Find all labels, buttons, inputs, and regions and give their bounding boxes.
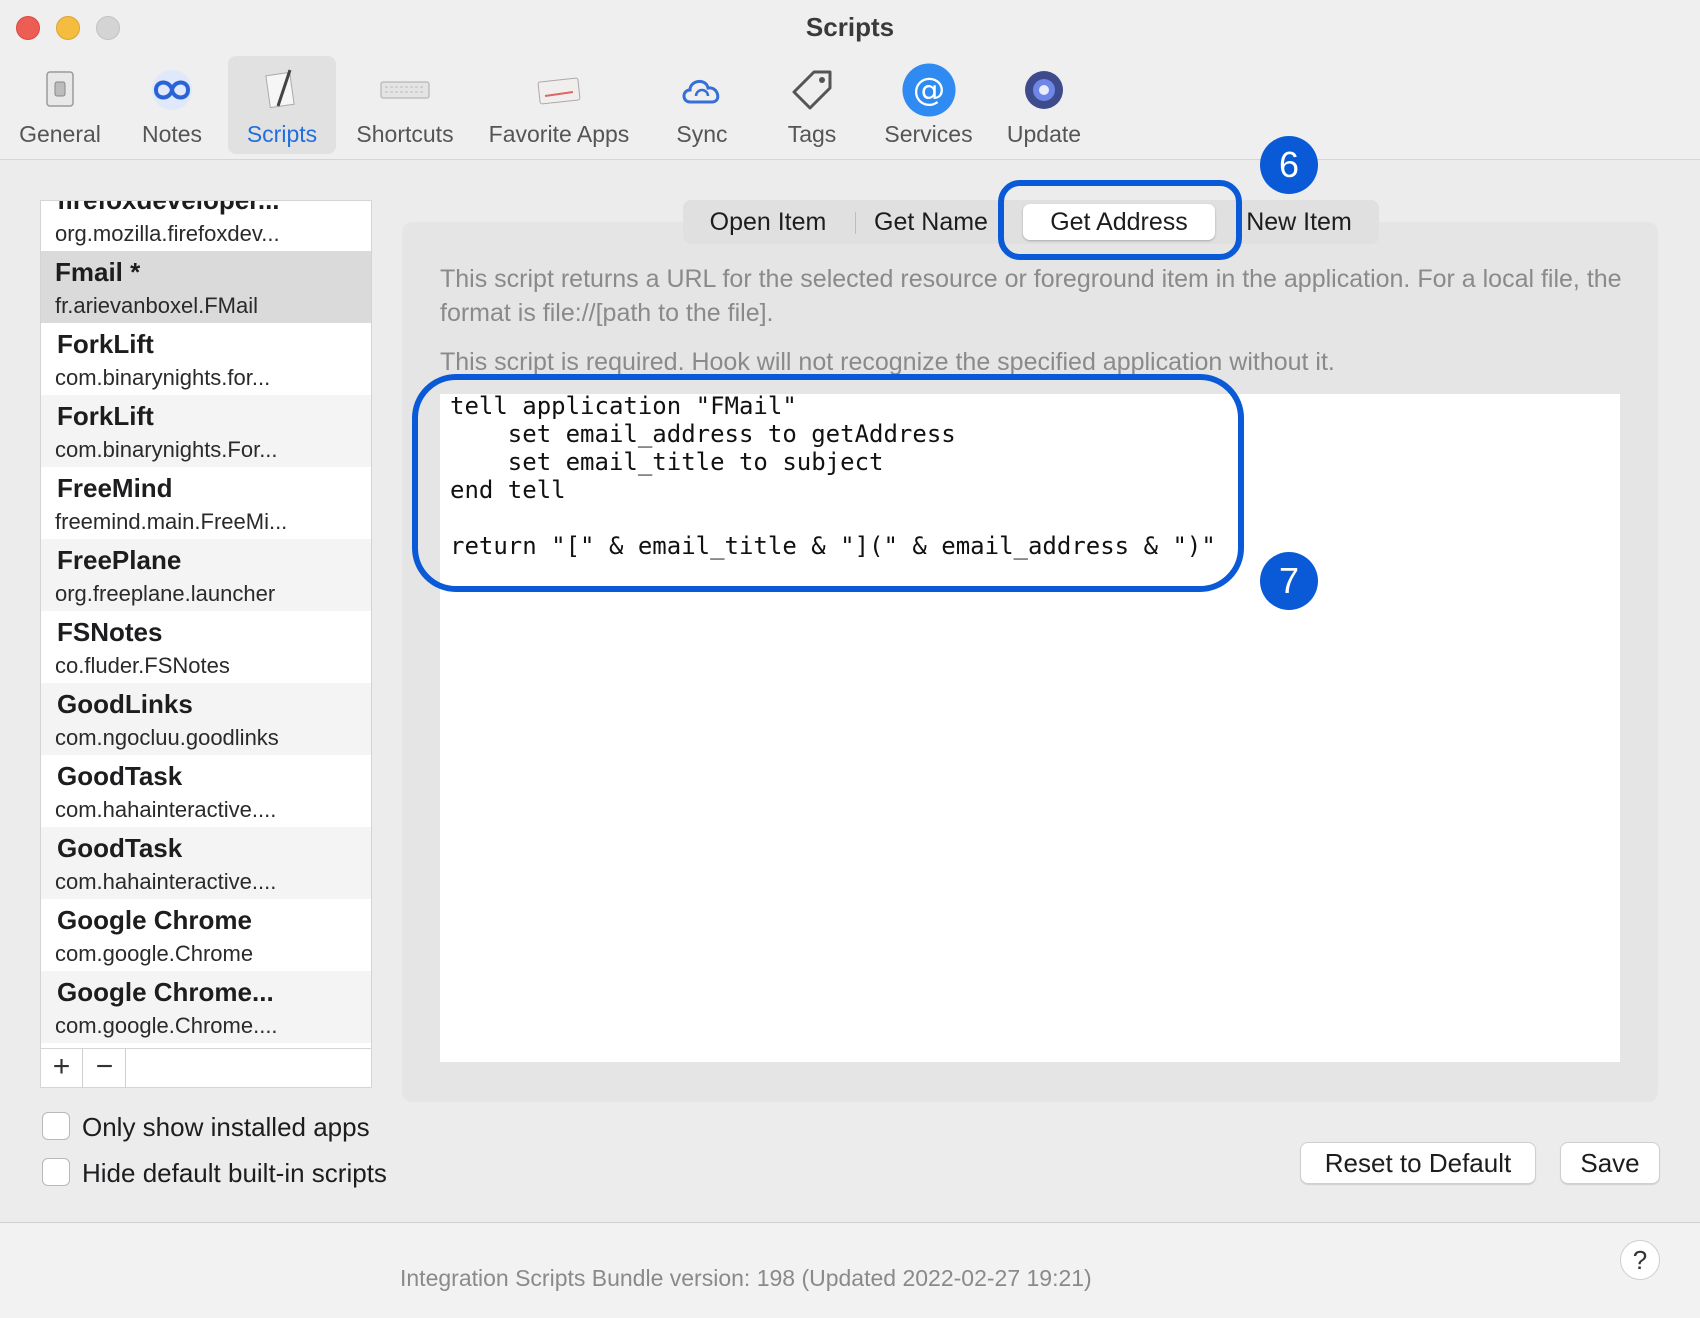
list-item[interactable]: FreePlane org.freeplane.launcher [41, 539, 371, 611]
tab-open-item[interactable]: Open Item [693, 200, 843, 244]
highlight-script-code [412, 374, 1244, 592]
list-item[interactable]: firefoxdeveloper... org.mozilla.firefoxd… [41, 200, 371, 251]
app-name: GoodTask [57, 761, 183, 791]
app-name: GoodTask [57, 833, 183, 863]
tab-label: Tags [787, 121, 837, 147]
list-item[interactable]: FreeMind freemind.main.FreeMi... [41, 467, 371, 539]
save-button[interactable]: Save [1560, 1142, 1660, 1184]
tab-scripts[interactable]: Scripts [228, 56, 336, 154]
tab-general[interactable]: General [10, 56, 110, 154]
tab-label: General [19, 121, 101, 147]
tab-label: Scripts [246, 121, 318, 147]
script-description: This script returns a URL for the select… [440, 265, 1622, 327]
preferences-window: Scripts General Notes Scripts Shortcuts … [0, 0, 1700, 1318]
app-name: FSNotes [57, 617, 163, 647]
hide-default-label: Hide default built-in scripts [82, 1158, 387, 1188]
list-item-selected[interactable]: Fmail * fr.arievanboxel.FMail [41, 251, 371, 323]
annotation-badge-7: 7 [1260, 552, 1318, 610]
help-button[interactable]: ? [1620, 1240, 1660, 1280]
app-bundle-id: freemind.main.FreeMi... [55, 509, 288, 534]
app-bundle-id: com.binarynights.for... [55, 365, 271, 390]
app-bundle-id: com.google.Chrome.... [55, 1013, 278, 1038]
tab-notes[interactable]: Notes [122, 56, 222, 154]
add-app-button[interactable]: + [41, 1049, 83, 1087]
app-bundle-id: com.hahainteractive.... [55, 869, 277, 894]
list-controls: + − [40, 1048, 372, 1088]
notes-infinity-icon [152, 70, 192, 110]
highlight-get-address [998, 180, 1242, 260]
app-bundle-id: co.fluder.FSNotes [55, 653, 230, 678]
tab-new-item[interactable]: New Item [1229, 200, 1369, 244]
tag-icon [792, 70, 832, 110]
tab-label: Notes [141, 121, 203, 147]
general-switch-icon [46, 71, 74, 107]
tab-label: Update [1006, 121, 1082, 147]
app-name: GoodLinks [57, 689, 193, 719]
app-bundle-id: fr.arievanboxel.FMail [55, 293, 258, 318]
reset-to-default-button[interactable]: Reset to Default [1300, 1142, 1536, 1184]
tab-sync[interactable]: Sync [652, 56, 752, 154]
list-item[interactable]: GoodLinks com.ngocluu.goodlinks [41, 683, 371, 755]
tab-services[interactable]: @ Services [876, 56, 981, 154]
at-sign-icon: @ [901, 63, 956, 117]
favorite-apps-icon [537, 77, 581, 105]
app-name: firefoxdeveloper... [57, 200, 280, 215]
app-list[interactable]: firefoxdeveloper... org.mozilla.firefoxd… [40, 200, 372, 1050]
list-item[interactable]: GoodTask com.hahainteractive.... [41, 755, 371, 827]
tab-favorite-apps[interactable]: Favorite Apps [484, 56, 634, 154]
tab-label: Favorite Apps [488, 121, 630, 147]
update-icon [1025, 71, 1063, 109]
bundle-version-text: Integration Scripts Bundle version: 198 … [400, 1265, 1092, 1291]
app-bundle-id: com.hahainteractive.... [55, 797, 277, 822]
app-name: FreeMind [57, 473, 173, 503]
annotation-badge-6: 6 [1260, 136, 1318, 194]
tab-label: Services [884, 121, 973, 147]
only-installed-checkbox[interactable] [42, 1112, 70, 1140]
keyboard-icon [380, 81, 430, 99]
window-title: Scripts [805, 12, 895, 42]
app-bundle-id: org.freeplane.launcher [55, 581, 276, 606]
tab-divider [855, 212, 856, 234]
script-required-note: This script is required. Hook will not r… [440, 348, 1335, 376]
scripts-paper-pen-icon [265, 69, 295, 109]
app-bundle-id: org.mozilla.firefoxdev... [55, 221, 280, 246]
app-name: ForkLift [57, 401, 154, 431]
remove-app-button[interactable]: − [84, 1049, 126, 1087]
list-item[interactable]: FSNotes co.fluder.FSNotes [41, 611, 371, 683]
app-bundle-id: com.ngocluu.goodlinks [55, 725, 279, 750]
cloud-sync-icon [682, 80, 720, 104]
only-installed-label: Only show installed apps [82, 1112, 370, 1142]
hide-default-checkbox[interactable] [42, 1158, 70, 1186]
tab-label: Sync [676, 121, 728, 147]
app-name: FreePlane [57, 545, 182, 575]
app-name: Google Chrome... [57, 977, 274, 1007]
app-name: Google Chrome [57, 905, 253, 935]
tab-tags[interactable]: Tags [762, 56, 862, 154]
list-item[interactable]: Google Chrome com.google.Chrome [41, 899, 371, 971]
svg-text:@: @ [912, 70, 944, 108]
app-bundle-id: com.google.Chrome [55, 941, 254, 966]
tab-label: Shortcuts [356, 121, 454, 147]
tab-shortcuts[interactable]: Shortcuts [350, 56, 460, 154]
list-item[interactable]: ForkLift com.binarynights.For... [41, 395, 371, 467]
status-footer: Integration Scripts Bundle version: 198 … [0, 1222, 1700, 1318]
tab-get-name[interactable]: Get Name [867, 200, 995, 244]
tab-update[interactable]: Update [994, 56, 1094, 154]
app-name: Fmail * [55, 257, 141, 287]
toolbar: Scripts General Notes Scripts Shortcuts … [0, 0, 1700, 160]
list-item[interactable]: ForkLift com.binarynights.for... [41, 323, 371, 395]
app-name: ForkLift [57, 329, 154, 359]
list-item[interactable]: Google Chrome... com.google.Chrome.... [41, 971, 371, 1043]
list-item[interactable]: GoodTask com.hahainteractive.... [41, 827, 371, 899]
app-bundle-id: com.binarynights.For... [55, 437, 278, 462]
